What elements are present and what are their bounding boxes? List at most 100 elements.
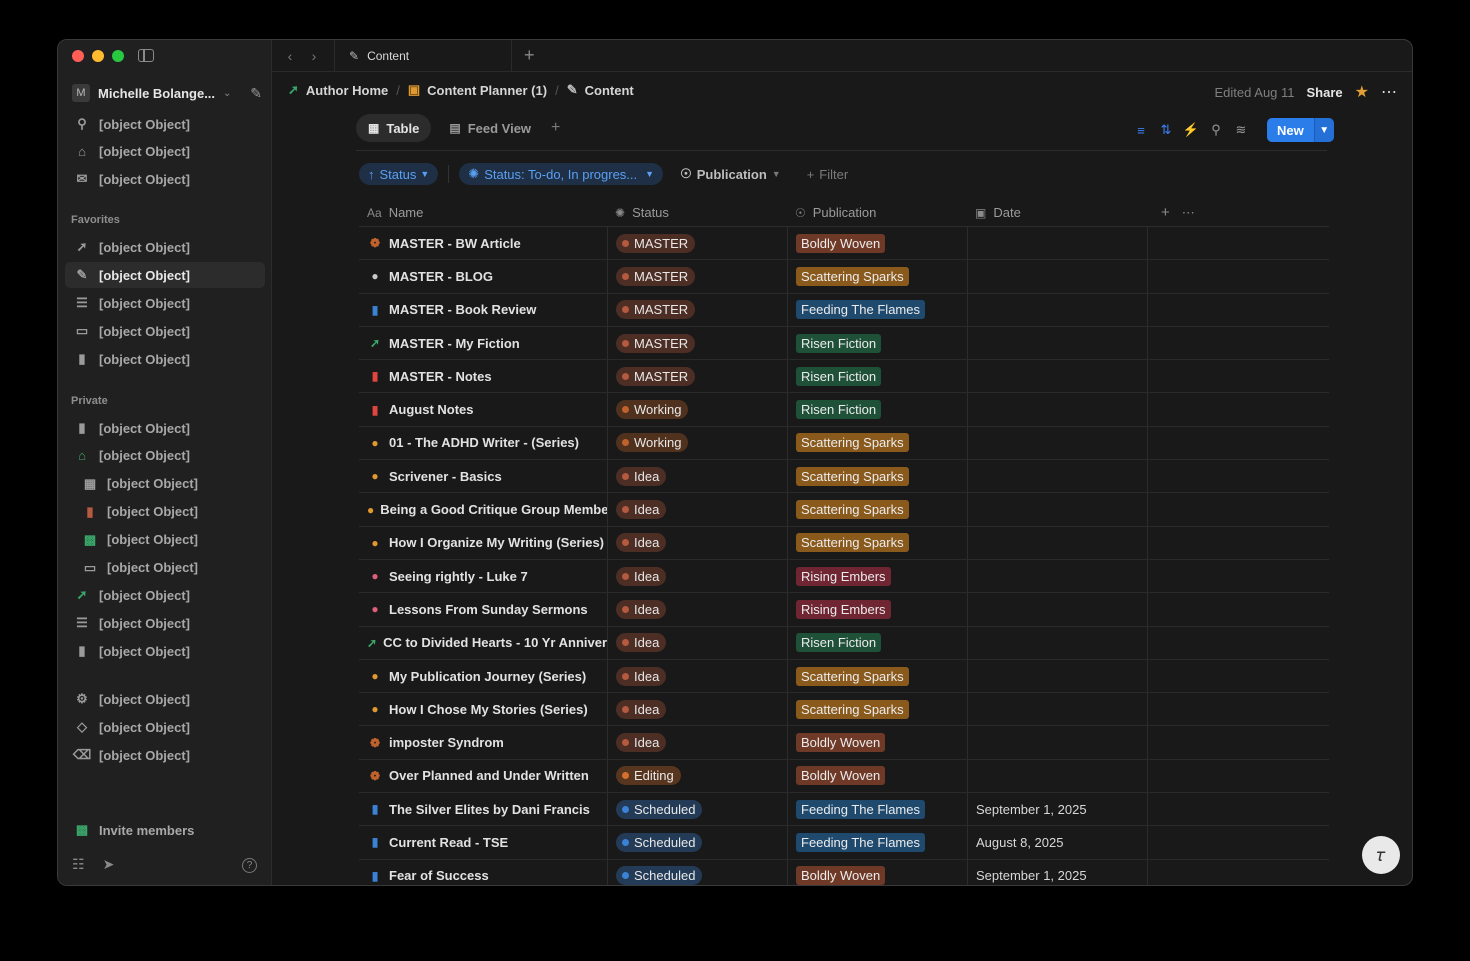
cell-name[interactable]: ● My Publication Journey (Series) — [359, 660, 607, 692]
cell-date[interactable] — [967, 326, 1147, 360]
close-window-button[interactable] — [72, 50, 84, 62]
cell-date[interactable] — [967, 260, 1147, 293]
cell-status[interactable]: MASTER — [607, 326, 787, 360]
cell-publication[interactable]: Boldly Woven — [787, 726, 967, 759]
table-row[interactable]: ● Scrivener - Basics Idea Scattering Sparks — [359, 460, 1329, 494]
cell-status[interactable]: Idea — [607, 693, 787, 726]
breadcrumb-author-home[interactable]: Author Home — [306, 83, 388, 98]
sidebar-item-author-home[interactable]: ➚ [object Object] — [65, 582, 265, 608]
sidebar-item-book-reviews[interactable]: ▮ [object Object] — [65, 499, 265, 525]
cell-status[interactable]: MASTER — [607, 293, 787, 326]
cell-publication[interactable]: Risen Fiction — [787, 393, 967, 426]
cell-publication[interactable]: Scattering Sparks — [787, 659, 967, 693]
cell-status[interactable]: Working — [607, 393, 787, 426]
cell-date[interactable] — [967, 526, 1147, 559]
sidebar-item-templates[interactable]: ◇ [object Object] — [65, 714, 265, 740]
table-row[interactable]: ● How I Organize My Writing (Series) Idea S… — [359, 526, 1329, 560]
sidebar-item-inbox[interactable]: ✉ [object Object] — [65, 166, 265, 192]
maximize-window-button[interactable] — [112, 50, 124, 62]
cell-publication[interactable]: Feeding The Flames — [787, 293, 967, 326]
sidebar-item-invite-members[interactable]: ▩ Invite members — [65, 817, 265, 843]
cell-publication[interactable]: Risen Fiction — [787, 326, 967, 360]
sidebar-item-total-budget-tracker[interactable]: ▭ [object Object] — [65, 318, 265, 344]
cell-date[interactable] — [967, 759, 1147, 793]
cell-date[interactable] — [967, 293, 1147, 326]
breadcrumb-content[interactable]: Content — [585, 83, 634, 98]
cell-name[interactable]: ❁ imposter Syndrom — [359, 726, 607, 758]
cell-name[interactable]: ▮ August Notes — [359, 393, 607, 425]
chevron-down-icon[interactable]: ▼ — [1313, 118, 1334, 142]
sidebar-item-morning-pages[interactable]: ▦ [object Object] — [65, 471, 265, 497]
sidebar-item-august-2025[interactable]: ➚ [object Object] — [65, 234, 265, 260]
sidebar-item-databases[interactable]: ☰ [object Object] — [65, 610, 265, 636]
cell-date[interactable]: August 8, 2025 — [967, 826, 1147, 859]
sidebar-item-p-l-tracker-in-use[interactable]: ▮ [object Object] — [65, 415, 265, 441]
back-arrow-icon[interactable]: ‹ — [278, 48, 302, 64]
sort-icon[interactable]: ⇅ — [1159, 121, 1173, 139]
more-options-icon[interactable]: ⋯ — [1381, 82, 1398, 102]
cell-name[interactable]: ● Scrivener - Basics — [359, 460, 607, 492]
sidebar-item-project-planner[interactable]: ☰ [object Object] — [65, 290, 265, 316]
table-row[interactable]: ❁ MASTER - BW Article MASTER Boldly Woven — [359, 227, 1329, 261]
cell-publication[interactable]: Rising Embers — [787, 559, 967, 593]
cell-date[interactable] — [967, 227, 1147, 260]
cell-name[interactable]: ● How I Organize My Writing (Series) — [359, 527, 607, 559]
send-icon[interactable]: ➤ — [103, 856, 115, 873]
cell-name[interactable]: ▮ MASTER - Notes — [359, 360, 607, 392]
add-view-button[interactable]: + — [551, 119, 560, 137]
sidebar-item-total-budget-tracker[interactable]: ▭ [object Object] — [65, 555, 265, 581]
cell-name[interactable]: ▮ The Silver Elites by Dani Francis — [359, 793, 607, 825]
table-row[interactable]: ▮ Fear of Success Scheduled Boldly Woven Sep… — [359, 859, 1329, 885]
table-row[interactable]: ▮ August Notes Working Risen Fiction — [359, 393, 1329, 427]
view-tab-table[interactable]: ▦ Table — [356, 114, 432, 142]
sidebar-toggle-icon[interactable] — [138, 49, 154, 62]
cell-publication[interactable]: Boldly Woven — [787, 227, 967, 260]
notion-ai-button[interactable]: 𝜏 — [1362, 836, 1400, 874]
cell-date[interactable] — [967, 593, 1147, 626]
cell-name[interactable]: ❁ MASTER - BW Article — [359, 227, 607, 259]
cell-date[interactable] — [967, 426, 1147, 460]
cell-date[interactable] — [967, 693, 1147, 726]
calendar-icon[interactable]: ☷ — [72, 856, 85, 873]
cell-name[interactable]: ● Being a Good Critique Group Member — [359, 493, 607, 525]
cell-date[interactable] — [967, 360, 1147, 393]
table-row[interactable]: ❁ imposter Syndrom Idea Boldly Woven — [359, 726, 1329, 760]
cell-status[interactable]: MASTER — [607, 260, 787, 293]
table-row[interactable]: ● Being a Good Critique Group Member Idea S… — [359, 493, 1329, 527]
table-row[interactable]: ▮ MASTER - Book Review MASTER Feeding The F… — [359, 293, 1329, 327]
cell-name[interactable]: ❁ Over Planned and Under Written — [359, 760, 607, 792]
cell-date[interactable] — [967, 460, 1147, 493]
cell-publication[interactable]: Feeding The Flames — [787, 826, 967, 859]
cell-name[interactable]: ● 01 - The ADHD Writer - (Series) — [359, 427, 607, 459]
cell-publication[interactable]: Scattering Sparks — [787, 260, 967, 293]
table-row[interactable]: ● 01 - The ADHD Writer - (Series) Working S… — [359, 426, 1329, 461]
cell-status[interactable]: Idea — [607, 726, 787, 759]
table-row[interactable]: ● Seeing rightly - Luke 7 Idea Rising Ember… — [359, 559, 1329, 594]
cell-publication[interactable]: Boldly Woven — [787, 759, 967, 793]
cell-publication[interactable]: Scattering Sparks — [787, 426, 967, 460]
table-row[interactable]: ▮ MASTER - Notes MASTER Risen Fiction — [359, 360, 1329, 394]
new-tab-button[interactable]: + — [524, 45, 535, 66]
cell-publication[interactable]: Risen Fiction — [787, 626, 967, 659]
cell-name[interactable]: ▮ Fear of Success — [359, 860, 607, 885]
cell-date[interactable] — [967, 726, 1147, 759]
cell-name[interactable]: ➚ MASTER - My Fiction — [359, 327, 607, 359]
more-options-icon[interactable]: ⋯ — [1182, 205, 1195, 221]
sidebar-item-p-l-tracker-master[interactable]: ▮ [object Object] — [65, 638, 265, 664]
cell-name[interactable]: ● How I Chose My Stories (Series) — [359, 693, 607, 725]
publication-filter-chip[interactable]: ☉ Publication ▼ — [671, 163, 790, 185]
cell-publication[interactable]: Scattering Sparks — [787, 526, 967, 559]
sidebar-item-p-l-tracker-in-use[interactable]: ▮ [object Object] — [65, 346, 265, 372]
cell-status[interactable]: Scheduled — [607, 859, 787, 885]
workspace-switcher[interactable]: M Michelle Bolange... ⌄ ✎ — [72, 82, 262, 104]
share-button[interactable]: Share — [1307, 85, 1343, 100]
sort-chip[interactable]: ↑ Status ▼ — [359, 163, 439, 185]
cell-status[interactable]: Scheduled — [607, 826, 787, 859]
column-header-status[interactable]: ✺ Status — [607, 199, 787, 226]
column-header-publication[interactable]: ☉ Publication — [787, 199, 967, 226]
cell-status[interactable]: Idea — [607, 559, 787, 593]
sidebar-item-content[interactable]: ✎ [object Object] — [65, 262, 265, 288]
minimize-window-button[interactable] — [92, 50, 104, 62]
cell-status[interactable]: Idea — [607, 659, 787, 693]
sidebar-item-home[interactable]: ⌂ [object Object] — [65, 139, 265, 165]
